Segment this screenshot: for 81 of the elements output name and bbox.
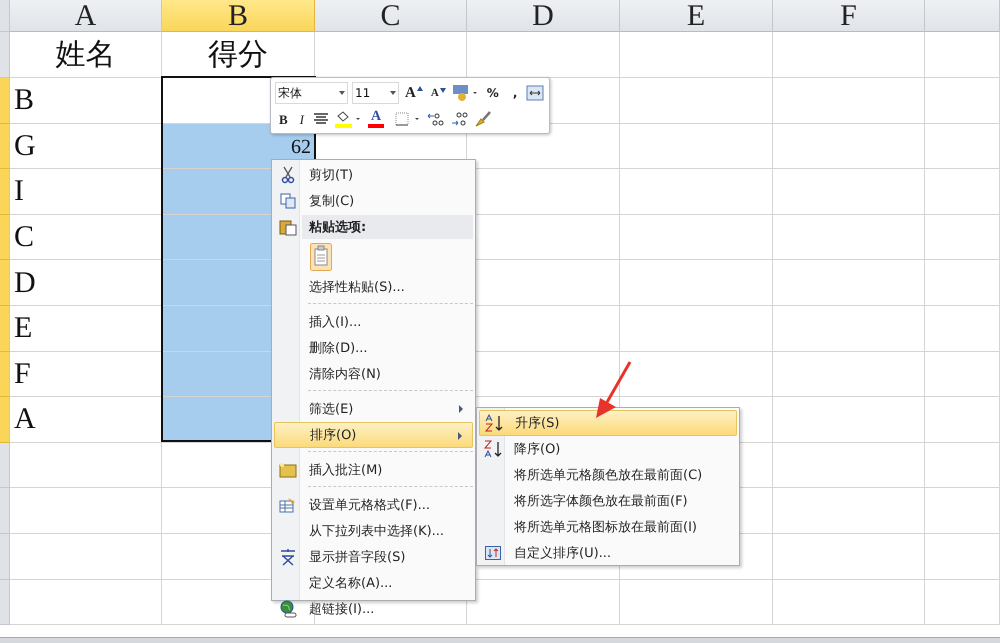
grow-font-button[interactable]: A bbox=[403, 86, 425, 100]
row-header[interactable] bbox=[0, 397, 10, 443]
table-cell: D bbox=[10, 260, 162, 306]
menu-item[interactable]: 显示拼音字段(S) bbox=[274, 544, 473, 570]
brush-icon[interactable] bbox=[474, 110, 492, 128]
row-header[interactable] bbox=[0, 124, 10, 170]
row-header[interactable] bbox=[0, 78, 10, 124]
menu-heading: 粘贴选项: bbox=[302, 215, 473, 239]
paste-option-icon[interactable] bbox=[310, 243, 332, 271]
menu-item[interactable]: 从下拉列表中选择(K)... bbox=[274, 518, 473, 544]
shrink-font-button[interactable]: A bbox=[428, 88, 448, 98]
menu-item[interactable]: 超链接(I)... bbox=[274, 596, 473, 622]
menu-item[interactable]: 自定义排序(U)... bbox=[479, 540, 737, 566]
row-header[interactable] bbox=[0, 260, 10, 306]
note-icon bbox=[279, 462, 297, 478]
table-cell: C bbox=[10, 214, 162, 260]
custom-sort-icon bbox=[485, 546, 501, 560]
row-header[interactable] bbox=[0, 580, 10, 626]
row-header[interactable] bbox=[0, 32, 10, 78]
down-triangle-icon bbox=[440, 88, 446, 92]
table-cell: E bbox=[10, 306, 162, 352]
globe-icon bbox=[279, 600, 297, 618]
row-header[interactable] bbox=[0, 352, 10, 398]
bold-button[interactable]: B bbox=[275, 112, 292, 126]
table-cell: B bbox=[10, 78, 162, 124]
menu-item[interactable]: 清除内容(N) bbox=[274, 361, 473, 387]
row-header[interactable] bbox=[0, 488, 10, 534]
column-header[interactable]: C bbox=[315, 0, 467, 32]
table-cell: F bbox=[10, 352, 162, 398]
menu-item[interactable]: 将所选字体颜色放在最前面(F) bbox=[479, 488, 737, 514]
table-cell: A bbox=[10, 397, 162, 443]
sort-ascending-icon bbox=[484, 414, 504, 432]
menu-item[interactable]: 删除(D)... bbox=[274, 335, 473, 361]
format-button[interactable]: , bbox=[508, 87, 522, 99]
up-triangle-icon bbox=[416, 86, 423, 90]
column-header[interactable]: E bbox=[620, 0, 773, 32]
font-color-button[interactable]: A bbox=[368, 110, 384, 128]
decrease-decimal-icon[interactable] bbox=[450, 111, 470, 127]
menu-item[interactable]: 插入(I)... bbox=[274, 309, 473, 335]
menu-item[interactable]: 将所选单元格图标放在最前面(I) bbox=[479, 514, 737, 540]
copy-icon bbox=[280, 193, 296, 209]
column-header[interactable]: F bbox=[773, 0, 925, 32]
pinyin-icon bbox=[279, 548, 297, 566]
font-dropdown[interactable]: 宋体 bbox=[275, 82, 348, 104]
format-button[interactable]: % bbox=[482, 87, 504, 99]
row-header[interactable] bbox=[0, 214, 10, 260]
table-cell: 姓名 bbox=[10, 32, 162, 78]
row-header[interactable] bbox=[0, 306, 10, 352]
menu-item[interactable]: 选择性粘贴(S)... bbox=[274, 274, 473, 300]
merge-icon[interactable] bbox=[526, 85, 544, 101]
menu-item[interactable]: 筛选(E) bbox=[274, 396, 473, 422]
font-name: 宋体 bbox=[278, 84, 302, 102]
column-header[interactable] bbox=[925, 0, 1000, 32]
menu-item[interactable]: 定义名称(A)... bbox=[274, 570, 473, 596]
column-header[interactable]: B bbox=[162, 0, 315, 32]
money-icon[interactable] bbox=[452, 84, 478, 102]
caret-icon bbox=[390, 91, 396, 95]
row-header[interactable] bbox=[0, 534, 10, 580]
scissors-icon bbox=[281, 166, 295, 184]
column-header[interactable]: A bbox=[10, 0, 162, 32]
font-size-dropdown[interactable]: 11 bbox=[352, 82, 399, 104]
format-cells-icon bbox=[279, 497, 297, 513]
table-cell: I bbox=[10, 169, 162, 215]
clipboard-icon bbox=[279, 218, 297, 236]
caret-icon bbox=[339, 91, 345, 95]
italic-button[interactable]: I bbox=[296, 112, 308, 126]
sort-descending-icon bbox=[483, 440, 503, 458]
row-header[interactable] bbox=[0, 169, 10, 215]
increase-decimal-icon[interactable] bbox=[426, 111, 446, 127]
select-all-corner[interactable] bbox=[0, 0, 10, 32]
row-header[interactable] bbox=[0, 442, 10, 488]
table-cell: G bbox=[10, 124, 162, 170]
menu-item[interactable]: 设置单元格格式(F)... bbox=[274, 492, 473, 518]
column-header[interactable]: D bbox=[467, 0, 620, 32]
menu-item[interactable]: 复制(C) bbox=[274, 188, 473, 214]
menu-item[interactable]: 排序(O) bbox=[274, 422, 473, 448]
menu-item[interactable]: 将所选单元格颜色放在最前面(C) bbox=[479, 462, 737, 488]
menu-item[interactable]: 插入批注(M) bbox=[274, 457, 473, 483]
menu-item[interactable]: 降序(O) bbox=[479, 436, 737, 462]
font-size: 11 bbox=[355, 86, 370, 100]
menu-item[interactable]: 升序(S) bbox=[479, 410, 737, 436]
